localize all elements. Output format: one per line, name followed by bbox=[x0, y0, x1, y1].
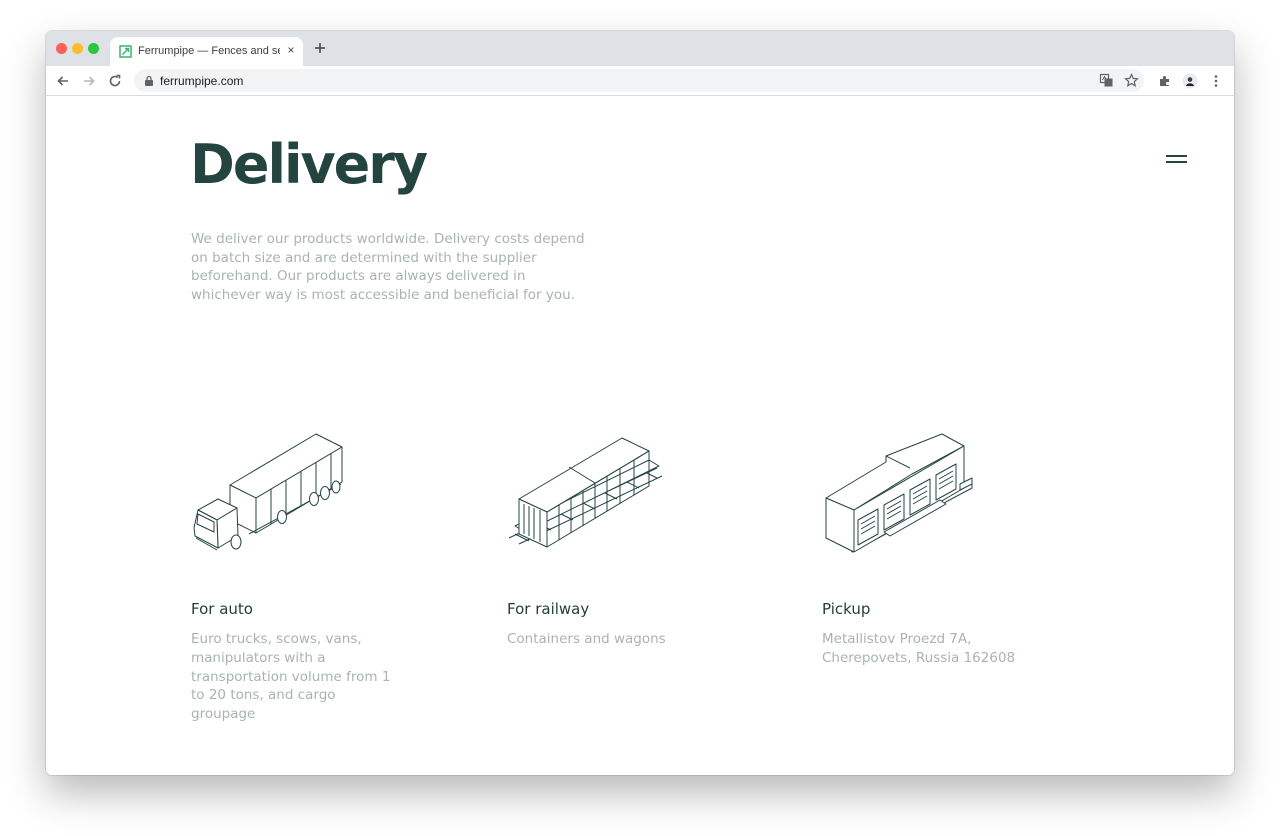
ferrumpipe-favicon-icon bbox=[119, 45, 132, 58]
warehouse-icon bbox=[825, 433, 973, 553]
browser-window: Ferrumpipe — Fences and sections × ferru… bbox=[46, 31, 1234, 775]
minimize-window-button[interactable] bbox=[72, 43, 83, 54]
hamburger-menu-button[interactable] bbox=[1157, 147, 1197, 171]
profile-avatar-icon[interactable] bbox=[1182, 73, 1198, 89]
close-window-button[interactable] bbox=[56, 43, 67, 54]
url-text: ferrumpipe.com bbox=[160, 74, 244, 88]
reload-icon[interactable] bbox=[107, 73, 123, 89]
delivery-intro-text: We deliver our products worldwide. Deliv… bbox=[191, 231, 585, 303]
tab-ferrumpipe[interactable]: Ferrumpipe — Fences and sections × bbox=[110, 37, 303, 66]
hamburger-line-icon bbox=[1166, 161, 1187, 163]
delivery-option-text: Euro trucks, scows, vans, manipulators w… bbox=[191, 631, 391, 723]
delivery-option-title: For auto bbox=[191, 600, 253, 618]
hamburger-line-icon bbox=[1166, 155, 1187, 157]
new-tab-icon[interactable] bbox=[312, 40, 328, 56]
tab-title: Ferrumpipe — Fences and sections bbox=[138, 45, 280, 57]
lock-icon bbox=[145, 75, 153, 86]
tab-close-icon[interactable]: × bbox=[284, 43, 298, 57]
browser-toolbar: ferrumpipe.com bbox=[46, 66, 1234, 96]
truck-icon bbox=[193, 433, 343, 551]
delivery-option-title: Pickup bbox=[822, 600, 871, 618]
address-bar[interactable]: ferrumpipe.com bbox=[134, 69, 1144, 92]
maximize-window-button[interactable] bbox=[88, 43, 99, 54]
back-arrow-icon[interactable] bbox=[55, 73, 71, 89]
delivery-option-title: For railway bbox=[507, 600, 590, 618]
extensions-puzzle-icon[interactable] bbox=[1157, 73, 1173, 89]
page-title: Delivery bbox=[190, 133, 428, 196]
bookmark-star-icon[interactable] bbox=[1124, 73, 1139, 88]
forward-arrow-icon[interactable] bbox=[81, 73, 97, 89]
page-content: Delivery We deliver our products worldwi… bbox=[46, 96, 1234, 775]
tab-strip: Ferrumpipe — Fences and sections × bbox=[46, 31, 1234, 66]
delivery-option-text: Metallistov Proezd 7A, Cherepovets, Russ… bbox=[822, 631, 1016, 666]
railway-wagon-icon bbox=[508, 437, 663, 548]
browser-menu-icon[interactable] bbox=[1208, 73, 1224, 89]
translate-icon[interactable] bbox=[1099, 73, 1114, 88]
delivery-option-text: Containers and wagons bbox=[507, 631, 666, 647]
